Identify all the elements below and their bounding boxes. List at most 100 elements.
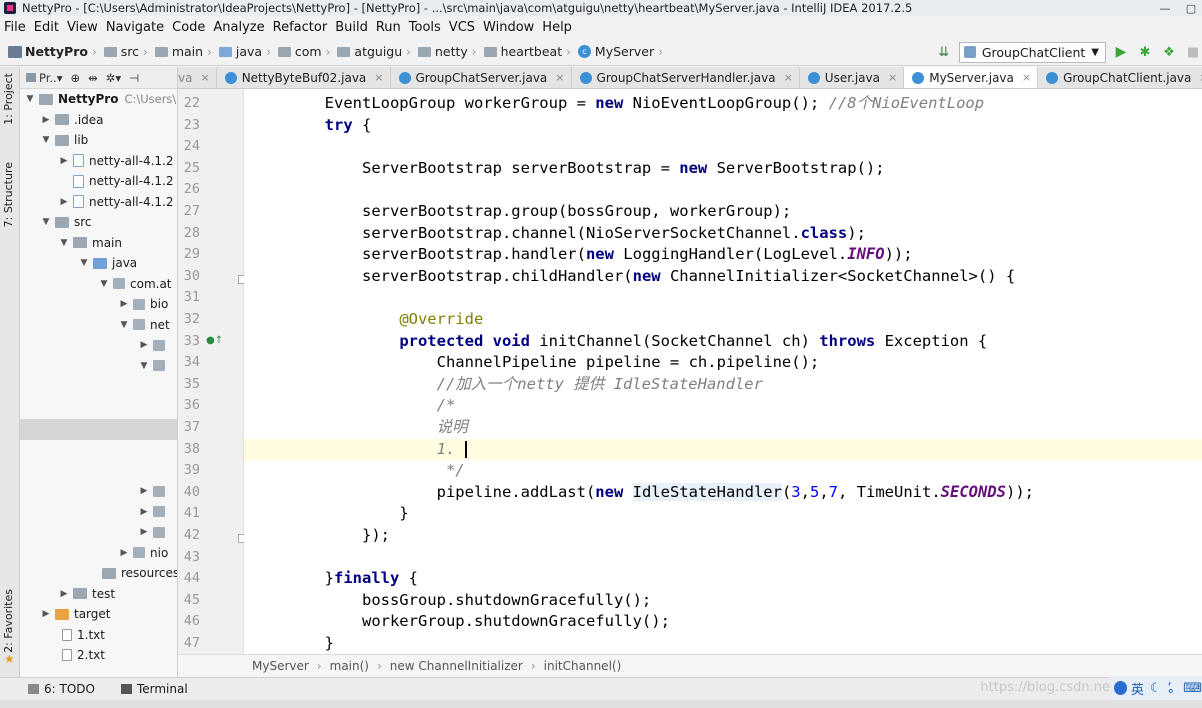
run-icon[interactable]: ▶ bbox=[1112, 43, 1130, 61]
crumb-channel-initializer[interactable]: new ChannelInitializer bbox=[390, 659, 523, 673]
tree-item-jar[interactable]: ▶ netty-all-4.1.2 bbox=[20, 151, 177, 172]
tree-item-1txt[interactable]: 1.txt bbox=[20, 625, 177, 646]
breadcrumb-heartbeat[interactable]: heartbeat › bbox=[483, 44, 576, 59]
tree-item-src[interactable]: ▼ src bbox=[20, 212, 177, 233]
line-number: 38 bbox=[183, 440, 200, 457]
gear-icon[interactable]: ✲▾ bbox=[106, 71, 121, 85]
breadcrumb-myserver[interactable]: c MyServer › bbox=[577, 44, 668, 59]
menu-file[interactable]: File bbox=[4, 20, 32, 35]
target-icon[interactable]: ⊕ bbox=[71, 71, 81, 85]
menu-code[interactable]: Code bbox=[172, 20, 211, 35]
menu-navigate[interactable]: Navigate bbox=[106, 20, 170, 35]
line-number: 44 bbox=[183, 570, 200, 587]
stop-icon[interactable]: ■ bbox=[1184, 43, 1202, 61]
menu-help[interactable]: Help bbox=[542, 20, 578, 35]
breadcrumb-main[interactable]: main › bbox=[154, 44, 217, 59]
code-line-27: serverBootstrap.group(bossGroup, workerG… bbox=[250, 202, 792, 220]
crumb-initchannel[interactable]: initChannel() bbox=[544, 659, 622, 673]
menu-vcs[interactable]: VCS bbox=[449, 20, 481, 35]
todo-tool-button[interactable]: 6: TODO bbox=[28, 682, 95, 696]
tree-item-test[interactable]: ▶ test bbox=[20, 584, 177, 605]
breadcrumb-java[interactable]: java › bbox=[218, 44, 276, 59]
menu-refactor[interactable]: Refactor bbox=[273, 20, 334, 35]
menu-view[interactable]: View bbox=[67, 20, 104, 35]
tab-groupchatserverhandler[interactable]: GroupChatServerHandler.java × bbox=[572, 67, 800, 88]
coverage-icon[interactable]: ❖ bbox=[1160, 43, 1178, 61]
tree-item-java[interactable]: ▼ java bbox=[20, 253, 177, 274]
tree-item-idea[interactable]: ▶ .idea bbox=[20, 110, 177, 131]
chevron-right-icon: ▶ bbox=[60, 155, 68, 166]
tree-item-com-atguigu[interactable]: ▼ com.at bbox=[20, 274, 177, 295]
menu-build[interactable]: Build bbox=[335, 20, 374, 35]
close-icon[interactable]: × bbox=[374, 71, 383, 84]
code-line-45: bossGroup.shutdownGracefully(); bbox=[250, 590, 652, 609]
menu-tools[interactable]: Tools bbox=[409, 20, 447, 35]
tree-item-target[interactable]: ▶ target bbox=[20, 604, 177, 625]
menu-window[interactable]: Window bbox=[483, 20, 540, 35]
left-tool-strip: 1: Project 7: Structure 2: Favorites ★ bbox=[0, 67, 20, 677]
line-number: 45 bbox=[183, 591, 200, 608]
project-tool-tab[interactable]: 1: Project bbox=[2, 73, 15, 125]
tree-item-subpackage[interactable]: ▶ bbox=[20, 481, 177, 502]
close-icon[interactable]: × bbox=[1022, 71, 1031, 84]
tree-item-nettypro[interactable]: ▼ NettyPro C:\Users\ bbox=[20, 89, 177, 110]
tree-item-selected[interactable] bbox=[20, 419, 177, 440]
ime-toolbar[interactable]: 英 ☾ ,° ⌨ bbox=[1110, 673, 1202, 703]
tree-item-subpackage[interactable]: ▼ bbox=[20, 356, 177, 377]
tree-item-lib[interactable]: ▼ lib bbox=[20, 130, 177, 151]
project-view-selector[interactable]: Pr..▾ bbox=[26, 71, 63, 85]
menu-edit[interactable]: Edit bbox=[34, 20, 65, 35]
tab-nettybytebuf02[interactable]: NettyByteBuf02.java × bbox=[217, 67, 391, 88]
crumb-myserver[interactable]: MyServer bbox=[252, 659, 309, 673]
breadcrumb-com[interactable]: com › bbox=[277, 44, 336, 59]
tree-item-nio[interactable]: ▶ nio bbox=[20, 543, 177, 564]
tree-item-main[interactable]: ▼ main bbox=[20, 233, 177, 254]
close-icon[interactable]: × bbox=[555, 71, 564, 84]
close-icon[interactable]: × bbox=[200, 71, 209, 84]
override-marker-icon[interactable]: ●↑ bbox=[206, 335, 223, 346]
editor-gutter[interactable]: 22 23 24 25 26 27 28 29 30 31 32 33 34 3… bbox=[178, 89, 247, 654]
favorites-tool-tab[interactable]: 2: Favorites bbox=[2, 589, 15, 653]
tree-item-bio[interactable]: ▶ bio bbox=[20, 294, 177, 315]
debug-icon[interactable]: ✱ bbox=[1136, 43, 1154, 61]
package-icon bbox=[153, 485, 165, 497]
tree-item-netty[interactable]: ▼ net bbox=[20, 315, 177, 336]
crumb-main[interactable]: main() bbox=[330, 659, 369, 673]
breadcrumb-src[interactable]: src › bbox=[103, 44, 153, 59]
breadcrumb-project[interactable]: NettyPro › bbox=[8, 44, 102, 59]
tab-overflow[interactable]: va × bbox=[178, 67, 217, 88]
chevron-right-icon: ▶ bbox=[120, 547, 128, 558]
build-icon[interactable]: ⇊ bbox=[935, 43, 953, 61]
structure-tool-tab[interactable]: 7: Structure bbox=[2, 162, 15, 227]
tree-item-jar[interactable]: ▶ netty-all-4.1.2 bbox=[20, 192, 177, 213]
tree-item-subpackage[interactable]: ▶ bbox=[20, 522, 177, 543]
tree-item-2txt[interactable]: 2.txt bbox=[20, 645, 177, 666]
line-number: 37 bbox=[183, 419, 200, 435]
menu-run[interactable]: Run bbox=[376, 20, 407, 35]
close-icon[interactable]: × bbox=[888, 71, 897, 84]
code-editor[interactable]: EventLoopGroup workerGroup = new NioEven… bbox=[244, 89, 1202, 654]
hide-icon[interactable]: ⊣ bbox=[129, 71, 139, 85]
close-icon[interactable]: × bbox=[784, 71, 793, 84]
class-icon bbox=[398, 71, 411, 84]
line-number: 29 bbox=[183, 246, 200, 263]
line-number: 34 bbox=[183, 354, 200, 371]
maximize-button[interactable]: ▢ bbox=[1178, 0, 1202, 16]
breadcrumb-atguigu[interactable]: atguigu › bbox=[337, 44, 416, 59]
menu-analyze[interactable]: Analyze bbox=[213, 20, 270, 35]
line-number: 25 bbox=[183, 159, 200, 176]
minimize-button[interactable]: — bbox=[1152, 0, 1178, 16]
run-config-selector[interactable]: GroupChatClient ▼ bbox=[958, 41, 1106, 63]
editor-tab-bar: va × NettyByteBuf02.java × GroupChatServer… bbox=[178, 67, 1202, 89]
collapse-icon[interactable]: ⇹ bbox=[88, 71, 98, 85]
tab-groupchatserver[interactable]: GroupChatServer.java × bbox=[391, 67, 572, 88]
tab-groupchatclient[interactable]: GroupChatClient.java× bbox=[1038, 67, 1202, 88]
tree-item-resources[interactable]: resources bbox=[20, 563, 177, 584]
tab-user[interactable]: User.java × bbox=[800, 67, 905, 88]
tree-item-jar[interactable]: netty-all-4.1.2 bbox=[20, 171, 177, 192]
terminal-tool-button[interactable]: Terminal bbox=[120, 682, 188, 696]
tree-item-subpackage[interactable]: ▶ bbox=[20, 502, 177, 523]
tree-item-subpackage[interactable]: ▶ bbox=[20, 335, 177, 356]
tab-myserver[interactable]: MyServer.java × bbox=[904, 67, 1039, 88]
breadcrumb-netty[interactable]: netty › bbox=[417, 44, 482, 59]
